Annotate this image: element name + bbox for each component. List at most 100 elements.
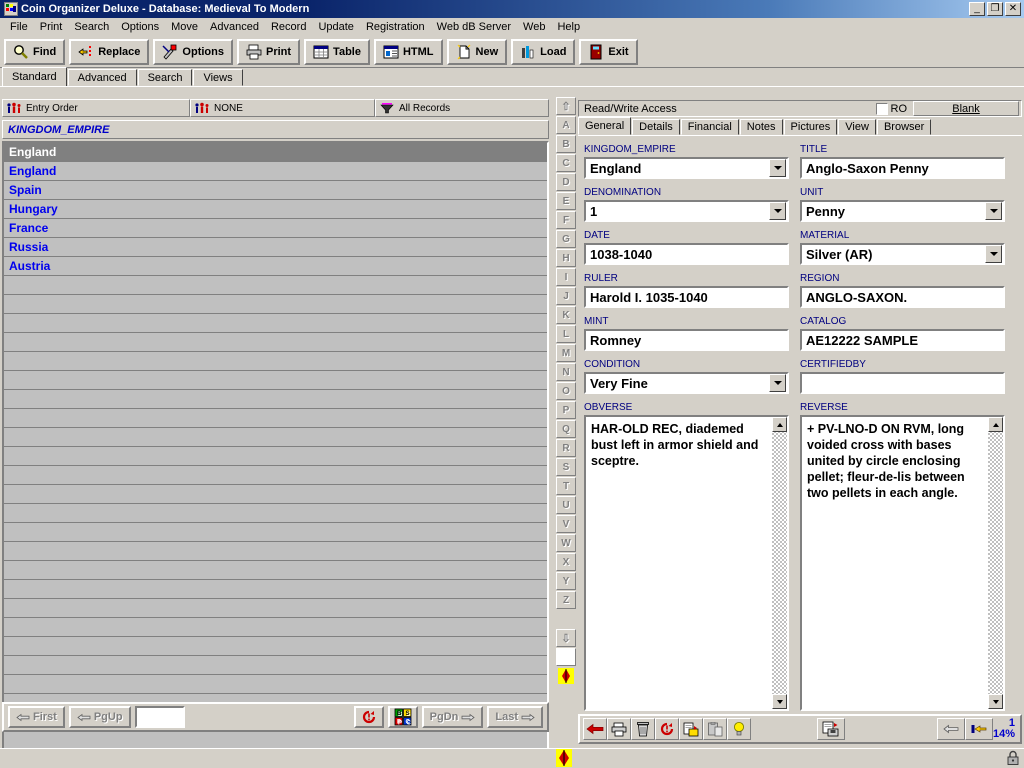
splitter-handle-button[interactable] [556, 667, 576, 685]
obverse-textarea[interactable]: HAR-OLD REC, diademed bust left in armor… [584, 415, 789, 711]
letter-index-d[interactable]: D [556, 173, 576, 191]
delete-record-button[interactable] [631, 718, 655, 740]
unit-input[interactable]: Penny [800, 200, 1005, 222]
list-item-empty[interactable] [4, 504, 547, 523]
restore-button[interactable]: ❐ [987, 2, 1003, 16]
list-item-empty[interactable] [4, 599, 547, 618]
list-item[interactable]: Russia [4, 238, 547, 257]
list-item-empty[interactable] [4, 428, 547, 447]
exit-button[interactable]: Exit [579, 38, 638, 65]
letter-index-b[interactable]: B [556, 135, 576, 153]
letter-index-u[interactable]: U [556, 496, 576, 514]
secondary-sort-button[interactable]: NONE [190, 99, 375, 117]
menu-web[interactable]: Web [517, 20, 551, 34]
kingdom-empire-input[interactable]: England [584, 157, 789, 179]
list-item-empty[interactable] [4, 409, 547, 428]
letter-index-p[interactable]: P [556, 401, 576, 419]
menu-help[interactable]: Help [551, 20, 586, 34]
record-number-input[interactable] [134, 706, 185, 728]
scroll-up-icon[interactable] [988, 417, 1003, 432]
letter-index-j[interactable]: J [556, 287, 576, 305]
list-item-empty[interactable] [4, 276, 547, 295]
list-item[interactable]: England [4, 162, 547, 181]
minimize-button[interactable]: _ [969, 2, 985, 16]
new-button[interactable]: New [446, 38, 508, 65]
filter-button[interactable]: All Records [375, 99, 549, 117]
list-item-empty[interactable] [4, 656, 547, 675]
ruler-input[interactable]: Harold I. 1035-1040 [584, 286, 789, 308]
close-button[interactable]: ✕ [1005, 2, 1021, 16]
letter-index-r[interactable]: R [556, 439, 576, 457]
page-up-button[interactable]: PgUp [68, 706, 131, 728]
list-item-empty[interactable] [4, 352, 547, 371]
letter-index-h[interactable]: H [556, 249, 576, 267]
list-item-empty[interactable] [4, 675, 547, 694]
tab-standard[interactable]: Standard [2, 67, 67, 86]
list-item-empty[interactable] [4, 371, 547, 390]
letter-index-o[interactable]: O [556, 382, 576, 400]
list-item[interactable]: Hungary [4, 200, 547, 219]
list-item-empty[interactable] [4, 618, 547, 637]
back-arrow-button[interactable] [583, 718, 607, 740]
list-item-empty[interactable] [4, 333, 547, 352]
reverse-textarea[interactable]: + PV-LNO-D ON RVM, long voided cross wit… [800, 415, 1005, 711]
tab-view[interactable]: View [838, 119, 876, 135]
list-item-empty[interactable] [4, 466, 547, 485]
tab-notes[interactable]: Notes [739, 119, 783, 135]
letter-index-w[interactable]: W [556, 534, 576, 552]
list-item-empty[interactable] [4, 390, 547, 409]
list-item-empty[interactable] [4, 485, 547, 504]
letter-index-q[interactable]: Q [556, 420, 576, 438]
list-item[interactable]: England [4, 143, 547, 162]
letter-index-l[interactable]: L [556, 325, 576, 343]
menu-advanced[interactable]: Advanced [204, 20, 265, 34]
print-button[interactable]: Print [236, 38, 301, 65]
scroll-down-icon[interactable] [988, 694, 1003, 709]
paste-record-button[interactable] [703, 718, 727, 740]
list-item-empty[interactable] [4, 523, 547, 542]
list-item-empty[interactable] [4, 637, 547, 656]
list-item-empty[interactable] [4, 295, 547, 314]
denomination-input[interactable]: 1 [584, 200, 789, 222]
list-item[interactable]: Austria [4, 257, 547, 276]
chevron-down-icon[interactable] [985, 245, 1002, 263]
chevron-down-icon[interactable] [985, 202, 1002, 220]
menu-file[interactable]: File [4, 20, 34, 34]
tab-financial[interactable]: Financial [680, 119, 739, 135]
letter-index-c[interactable]: C [556, 154, 576, 172]
tab-pictures[interactable]: Pictures [783, 119, 838, 135]
menu-options[interactable]: Options [115, 20, 165, 34]
splitter-handle-icon[interactable] [556, 749, 572, 767]
letter-index-k[interactable]: K [556, 306, 576, 324]
title-input[interactable]: Anglo-Saxon Penny [800, 157, 1005, 179]
html-button[interactable]: HTML [373, 38, 443, 65]
list-item-empty[interactable] [4, 314, 547, 333]
tab-advanced[interactable]: Advanced [67, 69, 137, 86]
blank-index-button[interactable] [556, 648, 576, 666]
first-record-button[interactable]: First [8, 706, 65, 728]
previous-record-button[interactable] [936, 718, 965, 740]
letter-index-g[interactable]: G [556, 230, 576, 248]
list-item-empty[interactable] [4, 542, 547, 561]
chevron-down-icon[interactable] [769, 159, 786, 177]
letter-index-x[interactable]: X [556, 553, 576, 571]
tab-views[interactable]: Views [193, 69, 243, 86]
reverse-scrollbar[interactable] [988, 417, 1003, 709]
save-record-button[interactable] [817, 718, 845, 740]
list-item[interactable]: France [4, 219, 547, 238]
last-record-button[interactable]: Last [487, 706, 543, 728]
letter-index-y[interactable]: Y [556, 572, 576, 590]
tab-details[interactable]: Details [632, 119, 680, 135]
menu-print[interactable]: Print [34, 20, 69, 34]
material-input[interactable]: Silver (AR) [800, 243, 1005, 265]
next-record-button[interactable] [964, 718, 993, 740]
scroll-up-button[interactable]: ⇧ [556, 97, 576, 115]
color-blocks-button[interactable]: B S P C [387, 706, 418, 728]
load-button[interactable]: Load [511, 38, 576, 65]
print-record-button[interactable] [607, 718, 631, 740]
letter-index-m[interactable]: M [556, 344, 576, 362]
mint-input[interactable]: Romney [584, 329, 789, 351]
list-item[interactable]: Spain [4, 181, 547, 200]
letter-index-a[interactable]: A [556, 116, 576, 134]
list-item-empty[interactable] [4, 561, 547, 580]
